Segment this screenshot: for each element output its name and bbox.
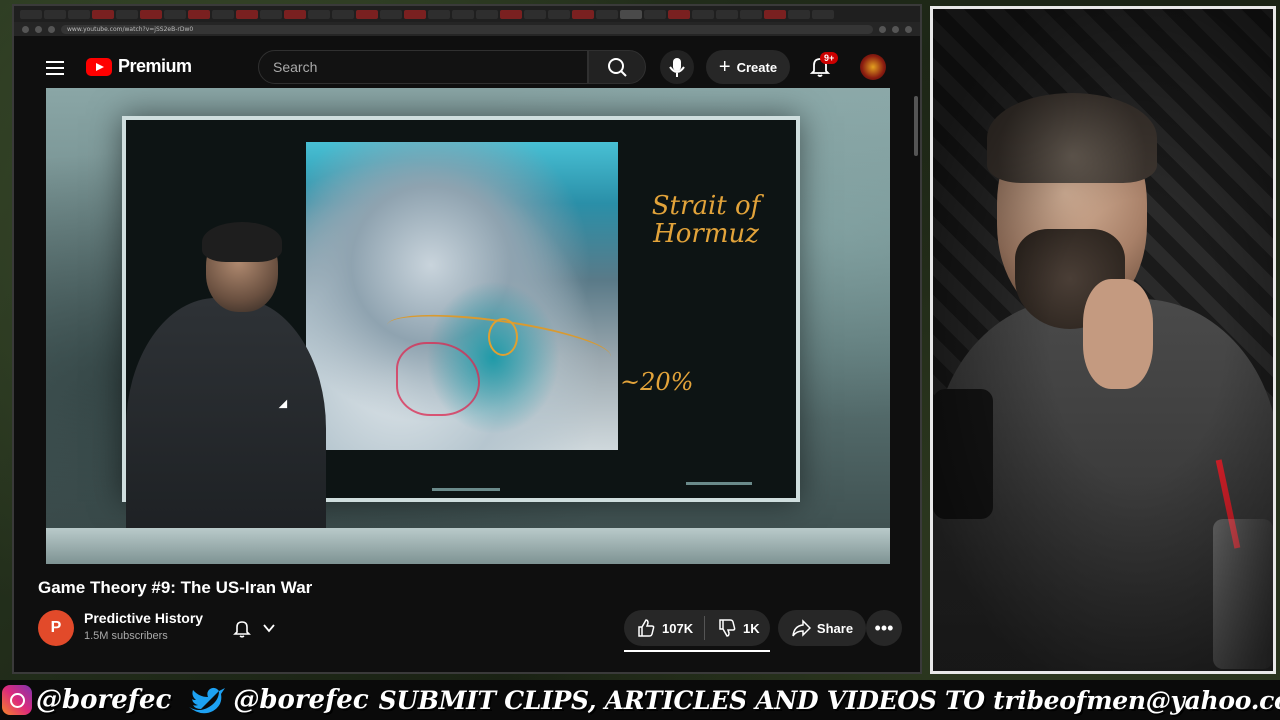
instagram-handle: @borefec <box>36 685 172 715</box>
webcam-feed <box>930 6 1276 674</box>
browser-tab[interactable] <box>236 9 258 19</box>
plus-icon: + <box>718 56 731 78</box>
map-image <box>306 142 618 450</box>
browser-tab[interactable] <box>20 9 42 19</box>
video-player[interactable]: Strait of Hormuz ~20% <box>46 88 890 564</box>
subscriber-count: 1.5M subscribers <box>84 630 168 642</box>
browser-tab[interactable] <box>44 9 66 19</box>
search-button[interactable] <box>588 50 646 84</box>
browser-tab[interactable] <box>356 9 378 19</box>
browser-tab[interactable] <box>260 9 282 19</box>
browser-tab[interactable] <box>596 9 618 19</box>
stream-banner: @borefec @borefec SUBMIT CLIPS, ARTICLES… <box>0 680 1280 720</box>
like-button[interactable]: 107K <box>624 618 704 638</box>
board-note-strait: Strait of Hormuz <box>651 191 761 249</box>
video-title: Game Theory #9: The US-Iran War <box>38 578 313 597</box>
microphone-icon <box>669 58 685 77</box>
lecturer-figure <box>106 222 346 564</box>
browser-tab[interactable] <box>68 9 90 19</box>
browser-tab[interactable] <box>332 9 354 19</box>
logo-text: Premium <box>118 56 192 76</box>
browser-tab[interactable] <box>644 9 666 19</box>
extension-icon[interactable] <box>879 25 886 33</box>
share-button[interactable]: Share <box>778 610 866 646</box>
browser-tab[interactable] <box>740 9 762 19</box>
instagram-icon <box>2 685 32 715</box>
webcam-vignette <box>933 9 1273 671</box>
menu-icon[interactable] <box>905 25 912 33</box>
thumbs-up-icon <box>638 619 655 637</box>
browser-tab[interactable] <box>140 9 162 19</box>
youtube-logo[interactable]: Premium <box>86 56 192 77</box>
browser-tab[interactable] <box>284 9 306 19</box>
more-icon: ••• <box>874 617 894 638</box>
like-highlight-bar <box>624 650 770 652</box>
browser-tab[interactable] <box>548 9 570 19</box>
search-placeholder: Search <box>273 59 318 75</box>
board-note-percent: ~20% <box>620 368 694 396</box>
dislike-count: 1K <box>743 620 760 636</box>
browser-tab[interactable] <box>692 9 714 19</box>
browser-tab[interactable] <box>668 9 690 19</box>
banner-message: SUBMIT CLIPS, ARTICLES AND VIDEOS TO tri… <box>378 685 1280 715</box>
subscription-bell-button[interactable] <box>220 610 288 646</box>
browser-tab[interactable] <box>380 9 402 19</box>
browser-tab[interactable] <box>452 9 474 19</box>
browser-tab[interactable] <box>188 9 210 19</box>
hormuz-circle-mark <box>488 318 518 356</box>
twitter-handle: @borefec <box>233 685 369 715</box>
browser-tab-active[interactable] <box>620 9 642 19</box>
channel-avatar[interactable]: P <box>38 610 74 646</box>
search-icon <box>608 58 627 77</box>
twitter-bird-icon <box>189 687 226 714</box>
browser-tab[interactable] <box>788 9 810 19</box>
browser-tab[interactable] <box>308 9 330 19</box>
board-frame-detail <box>432 488 500 491</box>
browser-tab[interactable] <box>116 9 138 19</box>
lecturer-hair <box>202 222 282 262</box>
chevron-down-icon <box>263 624 275 633</box>
browser-tab[interactable] <box>164 9 186 19</box>
like-count: 107K <box>662 620 694 636</box>
browser-tab[interactable] <box>404 9 426 19</box>
voice-search-button[interactable] <box>660 50 694 84</box>
page-scrollbar[interactable] <box>914 96 918 156</box>
url-field[interactable]: www.youtube.com/watch?v=jSS2eB-rDw0 <box>61 24 873 34</box>
board-frame-detail <box>686 482 752 485</box>
extension-icon[interactable] <box>892 25 899 33</box>
search-input[interactable]: Search <box>258 50 588 84</box>
lecturer-body <box>126 298 326 564</box>
back-icon[interactable] <box>22 25 29 33</box>
browser-tab-bar <box>14 6 920 22</box>
dislike-button[interactable]: 1K <box>705 618 760 638</box>
browser-tab[interactable] <box>428 9 450 19</box>
bell-icon <box>233 621 251 638</box>
browser-tab[interactable] <box>476 9 498 19</box>
forward-icon[interactable] <box>35 25 42 33</box>
browser-tab[interactable] <box>764 9 786 19</box>
browser-tab[interactable] <box>812 9 834 19</box>
browser-tab[interactable] <box>92 9 114 19</box>
more-actions-button[interactable]: ••• <box>866 610 902 646</box>
hamburger-menu-icon[interactable] <box>46 61 64 79</box>
browser-window: www.youtube.com/watch?v=jSS2eB-rDw0 Prem… <box>12 4 922 674</box>
browser-tab[interactable] <box>500 9 522 19</box>
reload-icon[interactable] <box>48 25 55 33</box>
address-bar: www.youtube.com/watch?v=jSS2eB-rDw0 <box>14 22 920 36</box>
share-label: Share <box>816 620 854 636</box>
create-button[interactable]: + Create <box>706 50 790 84</box>
create-label: Create <box>736 59 778 75</box>
share-icon <box>792 619 811 637</box>
youtube-play-icon <box>86 57 112 76</box>
account-avatar[interactable] <box>860 54 886 80</box>
thumbs-down-icon <box>719 619 736 637</box>
like-dislike-group: 107K 1K <box>624 610 770 646</box>
browser-tab[interactable] <box>572 9 594 19</box>
desk-surface <box>46 528 890 564</box>
browser-tab[interactable] <box>716 9 738 19</box>
browser-tab[interactable] <box>524 9 546 19</box>
channel-name[interactable]: Predictive History <box>84 610 203 626</box>
notification-badge: 9+ <box>820 52 839 64</box>
browser-tab[interactable] <box>212 9 234 19</box>
